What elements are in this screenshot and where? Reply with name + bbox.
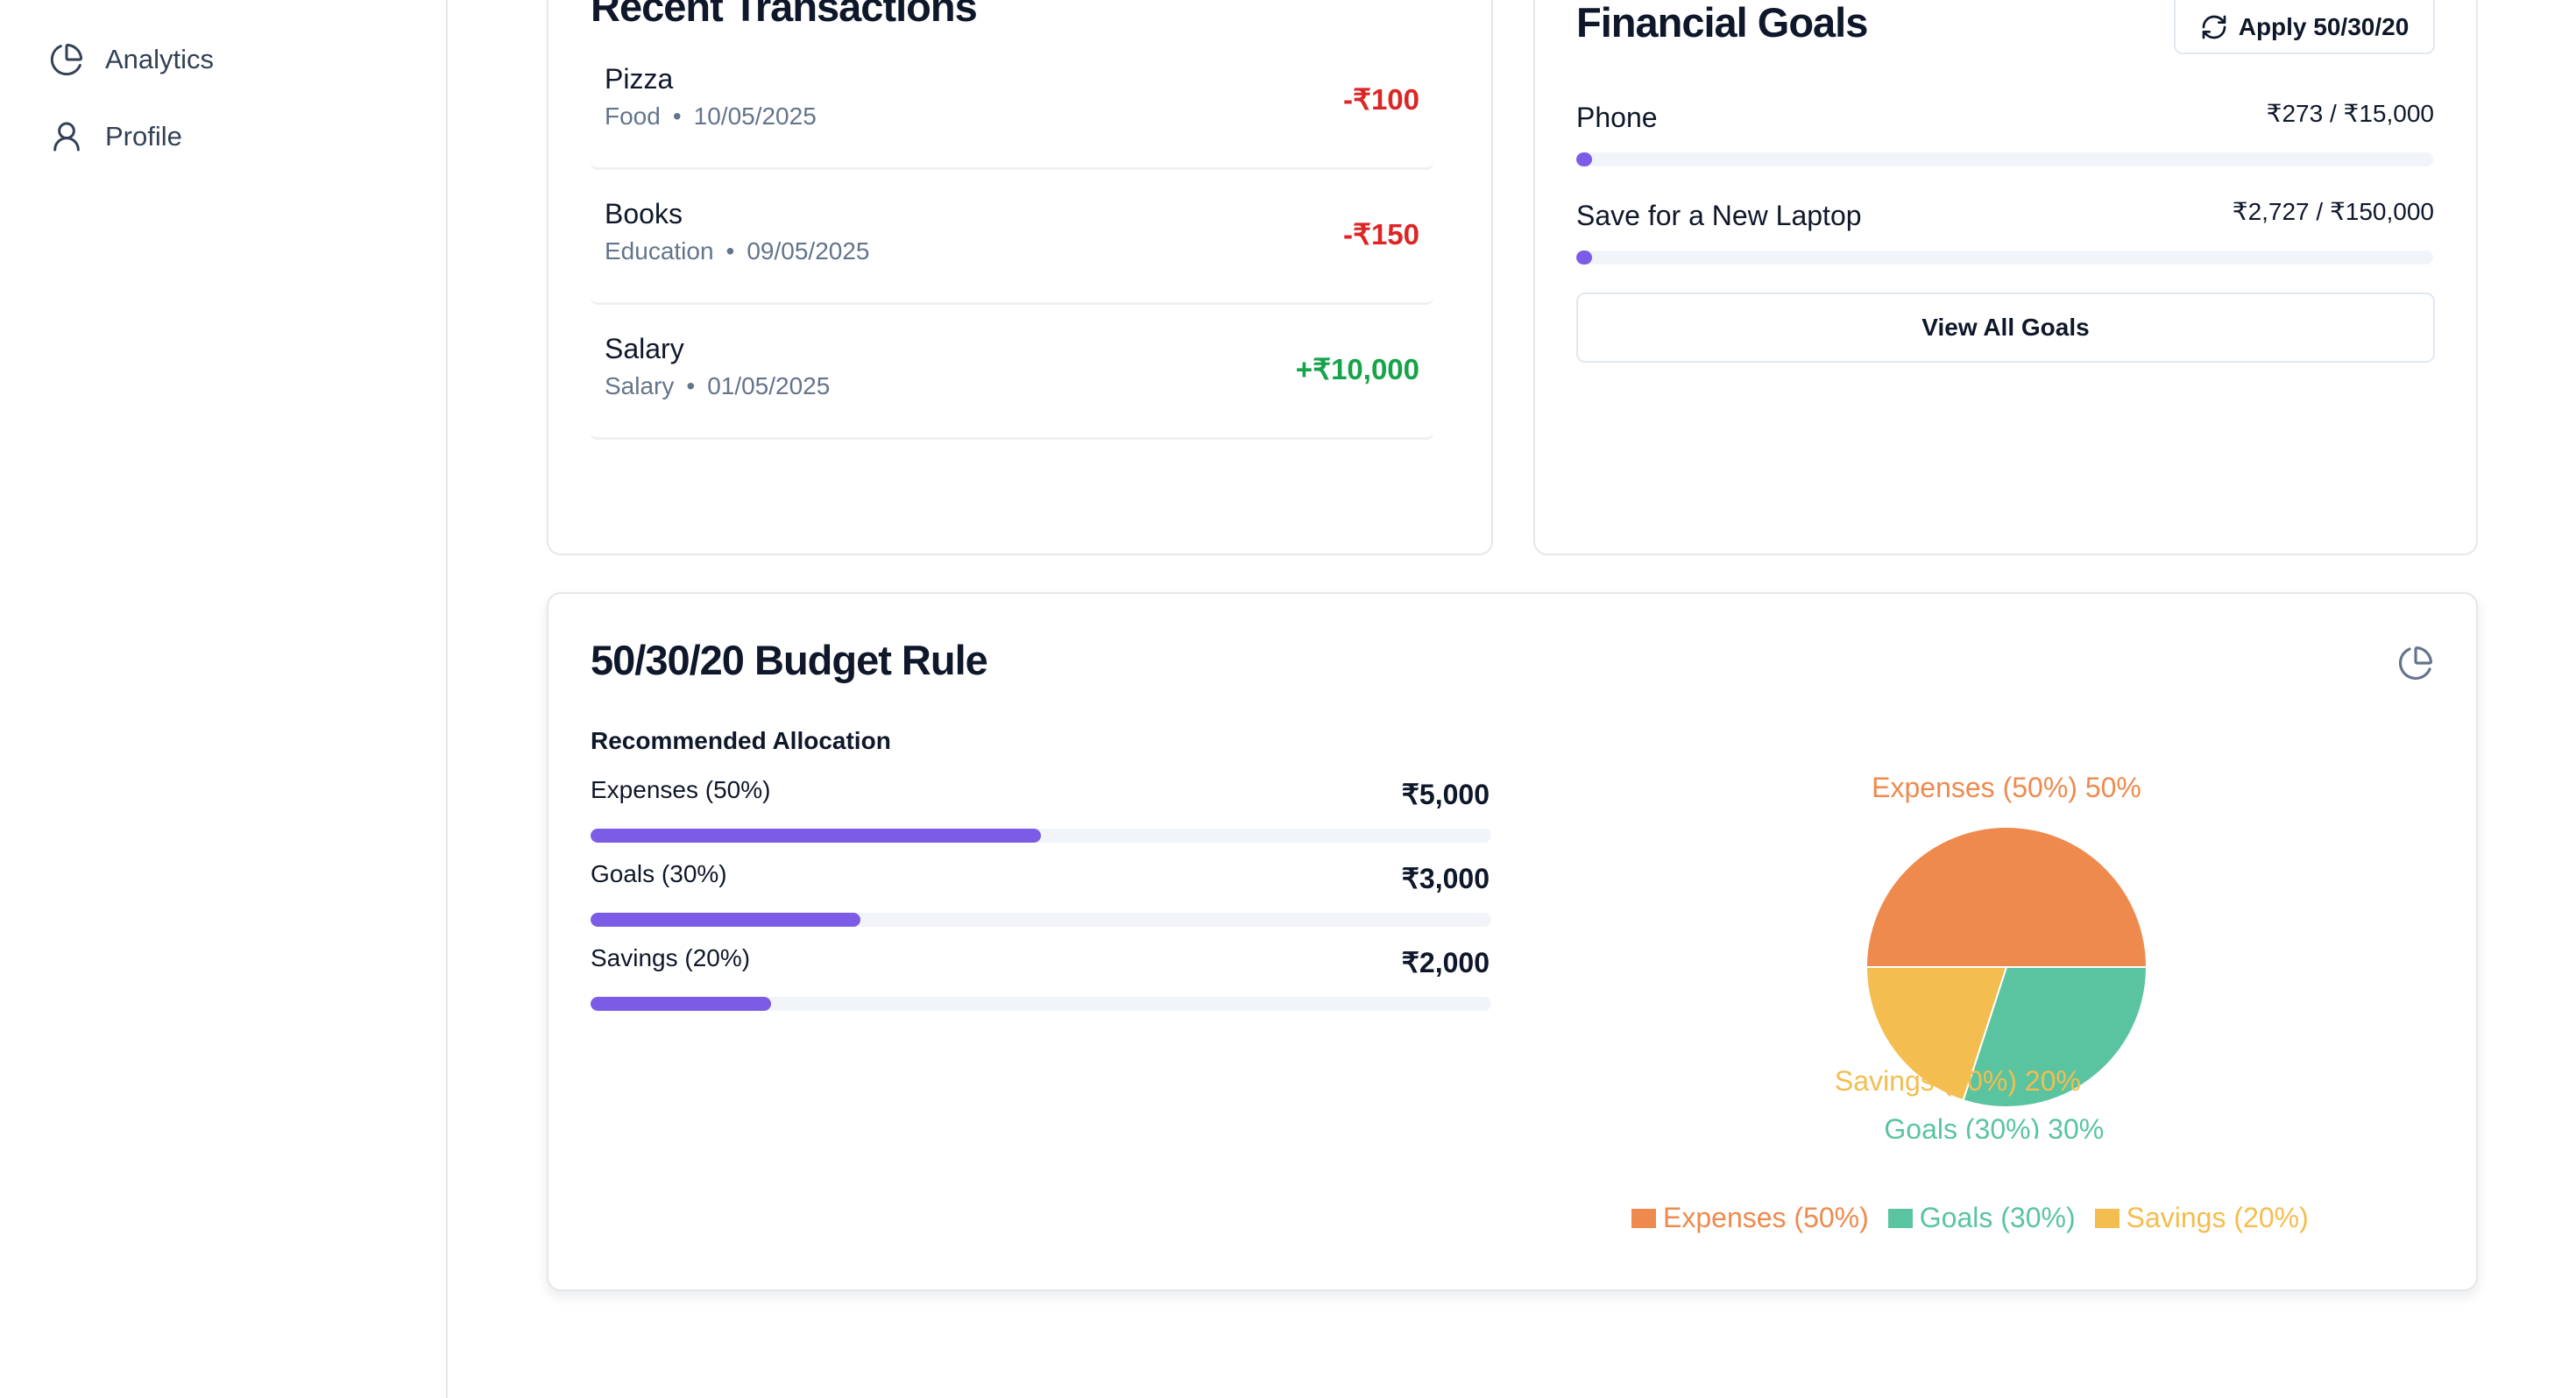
allocation-value: ₹2,000 — [1401, 947, 1490, 978]
separator-dot: • — [725, 237, 735, 265]
allocation-bar — [591, 913, 1491, 927]
transaction-row[interactable]: Salary Salary • 01/05/2025 +₹10,000 — [591, 333, 1433, 440]
allocation-label: Expenses (50%) — [591, 776, 771, 803]
sidebar-item-analytics[interactable]: Analytics — [49, 37, 214, 82]
goal-progress-bar — [1576, 152, 2433, 166]
pie-label-savings: Savings (20%) 20% — [1835, 1065, 2081, 1097]
transaction-category: Salary — [605, 372, 675, 399]
transaction-meta: Education • 09/05/2025 — [605, 237, 870, 265]
recommended-allocation-heading: Recommended Allocation — [591, 727, 891, 754]
transaction-date: 01/05/2025 — [707, 372, 831, 399]
transaction-name: Salary — [605, 333, 684, 364]
goal-name: Save for a New Laptop — [1576, 200, 1862, 231]
goal-progress-text: ₹273 / ₹15,000 — [2266, 100, 2434, 127]
transaction-amount: -₹100 — [1342, 83, 1419, 116]
legend-item-goals[interactable]: Goals (30%) — [1887, 1202, 2076, 1234]
transaction-meta: Salary • 01/05/2025 — [605, 372, 830, 400]
sidebar-item-label: Analytics — [105, 44, 215, 74]
goal-progress-bar — [1576, 251, 2433, 265]
pie-label-expenses: Expenses (50%) 50% — [1872, 772, 2141, 803]
allocation-bar — [591, 829, 1491, 843]
pie-slice-expenses[interactable] — [1865, 826, 2148, 968]
pie-chart-icon[interactable] — [2397, 645, 2434, 681]
transaction-date: 10/05/2025 — [693, 102, 817, 130]
transaction-category: Education — [605, 237, 714, 265]
legend-swatch — [1631, 1208, 1656, 1228]
pie-label-goals: Goals (30%) 30% — [1884, 1113, 2104, 1139]
allocation-bar-fill — [591, 997, 771, 1011]
user-icon — [53, 122, 80, 152]
view-all-goals-button[interactable]: View All Goals — [1576, 293, 2435, 363]
separator-dot: • — [686, 372, 696, 399]
legend-label: Savings (20%) — [2126, 1202, 2309, 1233]
legend-swatch — [2094, 1208, 2120, 1228]
transaction-category: Food — [605, 102, 661, 130]
goal-progress-text: ₹2,727 / ₹150,000 — [2232, 198, 2434, 225]
transaction-name: Pizza — [605, 63, 674, 95]
goal-progress-fill — [1576, 251, 1592, 265]
sidebar-item-profile[interactable]: Profile — [49, 114, 182, 159]
transaction-meta: Food • 10/05/2025 — [605, 102, 817, 131]
transaction-row[interactable]: Books Education • 09/05/2025 -₹150 — [591, 198, 1433, 305]
allocation-value: ₹5,000 — [1401, 779, 1490, 810]
legend-item-savings[interactable]: Savings (20%) — [2094, 1202, 2309, 1234]
allocation-bar-fill — [591, 913, 861, 927]
legend-label: Expenses (50%) — [1663, 1202, 1869, 1233]
budget-rule-title: 50/30/20 Budget Rule — [591, 637, 988, 683]
financial-goals-card — [1533, 0, 2478, 555]
recent-transactions-title: Recent Transactions — [591, 0, 978, 30]
pie-legend: Expenses (50%) Goals (30%) Savings (20%) — [1631, 1202, 2309, 1234]
budget-pie-chart: Expenses (50%) 50% Goals (30%) 30% Savings… — [1835, 772, 2148, 1139]
allocation-bar-fill — [591, 829, 1041, 843]
legend-swatch — [1887, 1208, 1913, 1228]
separator-dot: • — [672, 102, 682, 130]
transaction-row[interactable]: Pizza Food • 10/05/2025 -₹100 — [591, 63, 1433, 170]
allocation-label: Savings (20%) — [591, 944, 751, 971]
transaction-name: Books — [605, 198, 683, 229]
financial-goals-title: Financial Goals — [1576, 0, 1868, 46]
sidebar-item-label: Profile — [105, 121, 182, 152]
transaction-amount: -₹150 — [1342, 218, 1419, 251]
transaction-amount: +₹10,000 — [1295, 353, 1419, 385]
allocation-value: ₹3,000 — [1401, 863, 1490, 894]
sidebar: Analytics Profile — [0, 0, 448, 1398]
goal-progress-fill — [1576, 152, 1592, 166]
refresh-icon — [2202, 15, 2226, 39]
goal-name: Phone — [1576, 102, 1658, 133]
apply-button-label: Apply 50/30/20 — [2238, 13, 2410, 40]
legend-item-expenses[interactable]: Expenses (50%) — [1631, 1202, 1869, 1234]
allocation-label: Goals (30%) — [591, 860, 727, 887]
apply-50-30-20-button[interactable]: Apply 50/30/20 — [2174, 0, 2435, 54]
legend-label: Goals (30%) — [1919, 1202, 2076, 1233]
pie-chart-icon — [50, 43, 83, 76]
allocation-bar — [591, 997, 1491, 1011]
transaction-date: 09/05/2025 — [747, 237, 870, 265]
